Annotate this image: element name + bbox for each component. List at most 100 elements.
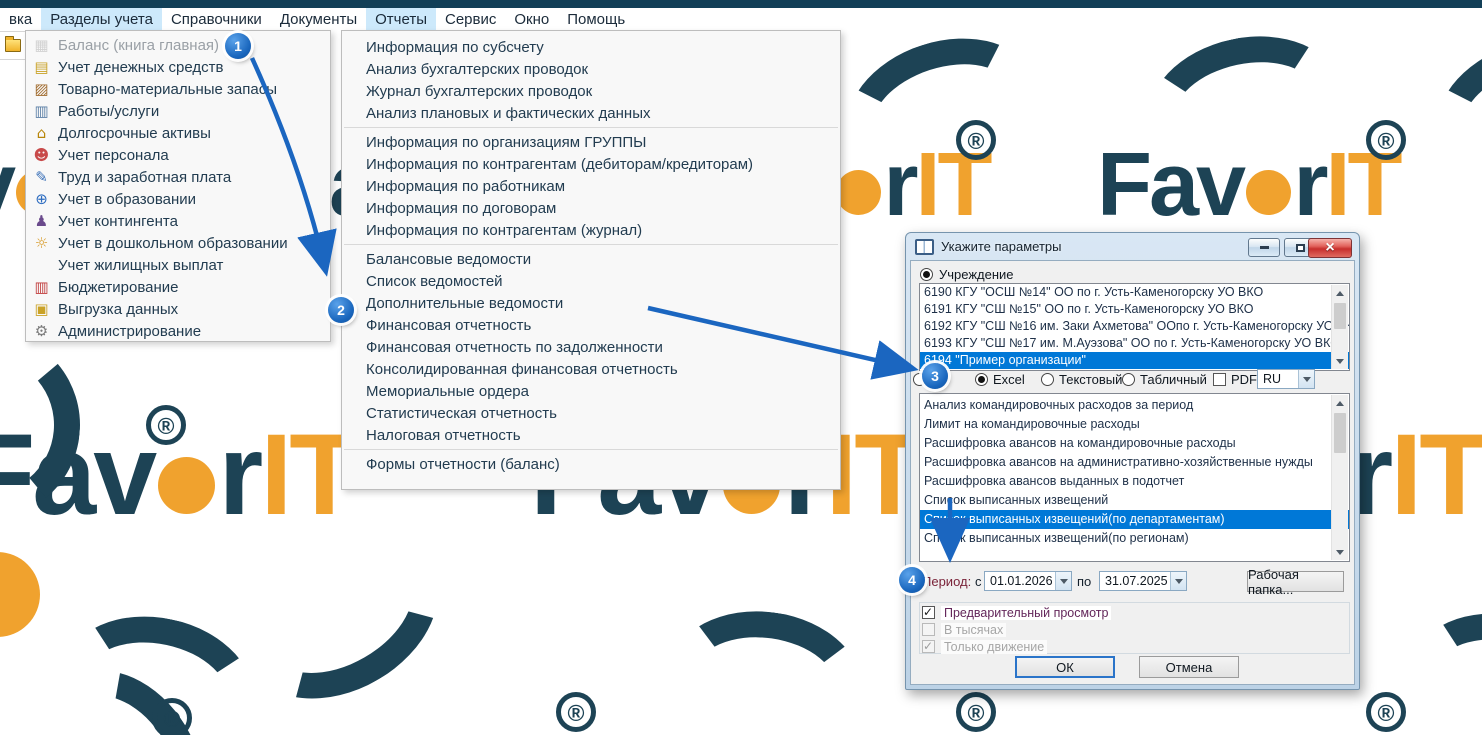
chevron-down-icon[interactable] bbox=[1055, 572, 1071, 590]
period-to-datepicker[interactable]: 31.07.2025 bbox=[1099, 571, 1187, 591]
watermark-o-dot bbox=[1245, 170, 1291, 215]
organization-row[interactable]: 6192 КГУ "СШ №16 им. Заки Ахметова" ООпо… bbox=[920, 318, 1349, 335]
toolbar-folder-icon[interactable] bbox=[4, 36, 21, 52]
sections-menu-item[interactable]: ☼ Учет в дошкольном образовании bbox=[26, 232, 330, 254]
reports-menu-item[interactable]: Балансовые ведомости bbox=[342, 248, 840, 270]
report-row[interactable]: Список выписанных извещений(по департаме… bbox=[920, 510, 1349, 529]
sections-menu-item[interactable]: ▨ Товарно-материальные запасы bbox=[26, 78, 330, 100]
minimize-button[interactable] bbox=[1248, 238, 1280, 257]
work-folder-button[interactable]: Рабочая папка... bbox=[1247, 567, 1344, 597]
reports-menu-item[interactable]: Финансовая отчетность bbox=[342, 314, 840, 336]
sections-menu-item[interactable]: ☻ Учет персонала bbox=[26, 144, 330, 166]
watermark-orange-disc bbox=[0, 552, 40, 637]
reports-menu-item-label: Журнал бухгалтерских проводок bbox=[366, 82, 593, 100]
sections-menu-item[interactable]: ✎ Труд и заработная плата bbox=[26, 166, 330, 188]
format-radio-excel[interactable]: Excel bbox=[975, 369, 1025, 389]
reports-menu-item[interactable] bbox=[344, 127, 838, 128]
report-row[interactable]: Расшифровка авансов выданных в подотчет bbox=[920, 472, 1349, 491]
sections-menu-item[interactable]: ⚙ Администрирование bbox=[26, 320, 330, 342]
reports-menu-item[interactable]: Формы отчетности (баланс) bbox=[342, 453, 840, 475]
chevron-down-icon[interactable] bbox=[1298, 370, 1314, 388]
period-to-word: по bbox=[1077, 574, 1092, 589]
reports-menu-item[interactable]: Налоговая отчетность bbox=[342, 424, 840, 446]
menubar-item[interactable]: Отчеты bbox=[366, 8, 436, 31]
organization-row[interactable]: 6190 КГУ "ОСШ №14" ОО по г. Усть-Каменог… bbox=[920, 284, 1349, 301]
option-checkbox: Только движение bbox=[922, 639, 1048, 654]
payroll-icon: ✎ bbox=[35, 167, 48, 186]
report-row[interactable]: Список выписанных извещений bbox=[920, 491, 1349, 510]
report-row[interactable]: Расшифровка авансов на командировочные р… bbox=[920, 434, 1349, 453]
dialog-title: Укажите параметры bbox=[941, 239, 1062, 254]
radio-on-icon bbox=[920, 268, 933, 281]
organization-scrollbar[interactable] bbox=[1331, 285, 1348, 369]
reports-menu-item[interactable]: Журнал бухгалтерских проводок bbox=[342, 80, 840, 102]
menubar-item[interactable]: Окно bbox=[505, 8, 558, 31]
reports-menu: Информация по субсчету Анализ бухгалтерс… bbox=[341, 30, 841, 490]
reports-menu-item[interactable]: Информация по контрагентам (дебиторам/кр… bbox=[342, 153, 840, 175]
sections-menu-item-label: Учет жилищных выплат bbox=[58, 256, 224, 274]
radio-on-icon bbox=[975, 372, 988, 386]
scroll-up-icon[interactable] bbox=[1332, 395, 1348, 411]
sections-menu-item[interactable]: ⌂ Долгосрочные активы bbox=[26, 122, 330, 144]
scroll-down-icon[interactable] bbox=[1332, 353, 1348, 369]
format-radio-text[interactable]: Текстовый bbox=[1041, 369, 1122, 389]
reports-menu-item[interactable]: Консолидированная финансовая отчетность bbox=[342, 358, 840, 380]
close-button[interactable]: × bbox=[1308, 238, 1352, 258]
chevron-down-icon[interactable] bbox=[1170, 572, 1186, 590]
none bbox=[33, 257, 50, 274]
ok-button[interactable]: ОК bbox=[1015, 656, 1115, 678]
report-row[interactable]: Анализ командировочных расходов за перио… bbox=[920, 396, 1349, 415]
reports-menu-item[interactable]: Список ведомостей bbox=[342, 270, 840, 292]
organization-row[interactable]: 6191 КГУ "СШ №15" ОО по г. Усть-Каменого… bbox=[920, 301, 1349, 318]
menubar-item[interactable]: Разделы учета bbox=[41, 8, 162, 31]
reports-menu-item[interactable]: Информация по работникам bbox=[342, 175, 840, 197]
report-row[interactable]: Список выписанных извещений(по регионам) bbox=[920, 529, 1349, 548]
reports-menu-item[interactable]: Информация по договорам bbox=[342, 197, 840, 219]
organization-row[interactable]: 6194 "Пример организации" bbox=[920, 352, 1349, 369]
reports-menu-item[interactable] bbox=[344, 244, 838, 245]
period-from-word: с bbox=[975, 574, 982, 589]
cancel-button[interactable]: Отмена bbox=[1139, 656, 1239, 678]
report-row[interactable]: Лимит на командировочные расходы bbox=[920, 415, 1349, 434]
option-checkbox: В тысячах bbox=[922, 622, 1007, 637]
pdf-checkbox[interactable]: PDF bbox=[1213, 369, 1257, 389]
scroll-down-icon[interactable] bbox=[1332, 544, 1348, 560]
sections-menu-item[interactable]: ♟ Учет контингента bbox=[26, 210, 330, 232]
period-from-datepicker[interactable]: 01.01.2026 bbox=[984, 571, 1072, 591]
sections-menu-item[interactable]: ▥ Работы/услуги bbox=[26, 100, 330, 122]
organization-row[interactable]: 6193 КГУ "СШ №17 им. М.Ауэзова" ОО по г.… bbox=[920, 335, 1349, 352]
menubar-item[interactable]: Документы bbox=[271, 8, 366, 31]
menubar-item[interactable]: вка bbox=[0, 8, 41, 31]
reports-menu-item[interactable]: Анализ плановых и фактических данных bbox=[342, 102, 840, 124]
period-label: Период: bbox=[922, 574, 972, 589]
menubar-item[interactable]: Сервис bbox=[436, 8, 505, 31]
reports-menu-item[interactable]: Информация по организациям ГРУППЫ bbox=[342, 131, 840, 153]
sections-menu-item[interactable]: Учет жилищных выплат bbox=[26, 254, 330, 276]
scrollbar-thumb[interactable] bbox=[1334, 303, 1346, 329]
step-badge-2: 2 bbox=[328, 297, 354, 323]
reports-menu-item[interactable]: Финансовая отчетность по задолженности bbox=[342, 336, 840, 358]
sections-menu-item[interactable]: ▤ Учет денежных средств bbox=[26, 56, 330, 78]
reports-menu-item[interactable]: Мемориальные ордера bbox=[342, 380, 840, 402]
language-combobox[interactable]: RU bbox=[1257, 369, 1315, 389]
option-checkbox[interactable]: Предварительный просмотр bbox=[922, 605, 1112, 620]
app-window: FavrITFavrITFavrITFavrITFavrITFavrITFavr… bbox=[0, 0, 1482, 735]
sections-menu-item[interactable]: ▣ Выгрузка данных bbox=[26, 298, 330, 320]
scroll-up-icon[interactable] bbox=[1332, 285, 1348, 301]
reports-menu-item[interactable]: Информация по субсчету bbox=[342, 36, 840, 58]
report-row[interactable]: Расшифровка авансов на административно-х… bbox=[920, 453, 1349, 472]
menubar-item[interactable]: Справочники bbox=[162, 8, 271, 31]
reports-menu-item[interactable]: Дополнительные ведомости bbox=[342, 292, 840, 314]
format-radio-table[interactable]: Табличный bbox=[1122, 369, 1207, 389]
reports-menu-item[interactable]: Статистическая отчетность bbox=[342, 402, 840, 424]
report-scrollbar[interactable] bbox=[1331, 395, 1348, 560]
reports-menu-item[interactable] bbox=[344, 449, 838, 450]
reports-menu-item[interactable]: Информация по контрагентам (журнал) bbox=[342, 219, 840, 241]
menubar-item[interactable]: Помощь bbox=[558, 8, 634, 31]
reports-menu-item[interactable]: Анализ бухгалтерских проводок bbox=[342, 58, 840, 80]
sections-menu-item-label: Учет контингента bbox=[58, 212, 178, 230]
sections-menu-item[interactable]: ⊕ Учет в образовании bbox=[26, 188, 330, 210]
scrollbar-thumb[interactable] bbox=[1334, 413, 1346, 453]
institution-radio[interactable]: Учреждение bbox=[920, 267, 1014, 282]
sections-menu-item[interactable]: ▥ Бюджетирование bbox=[26, 276, 330, 298]
